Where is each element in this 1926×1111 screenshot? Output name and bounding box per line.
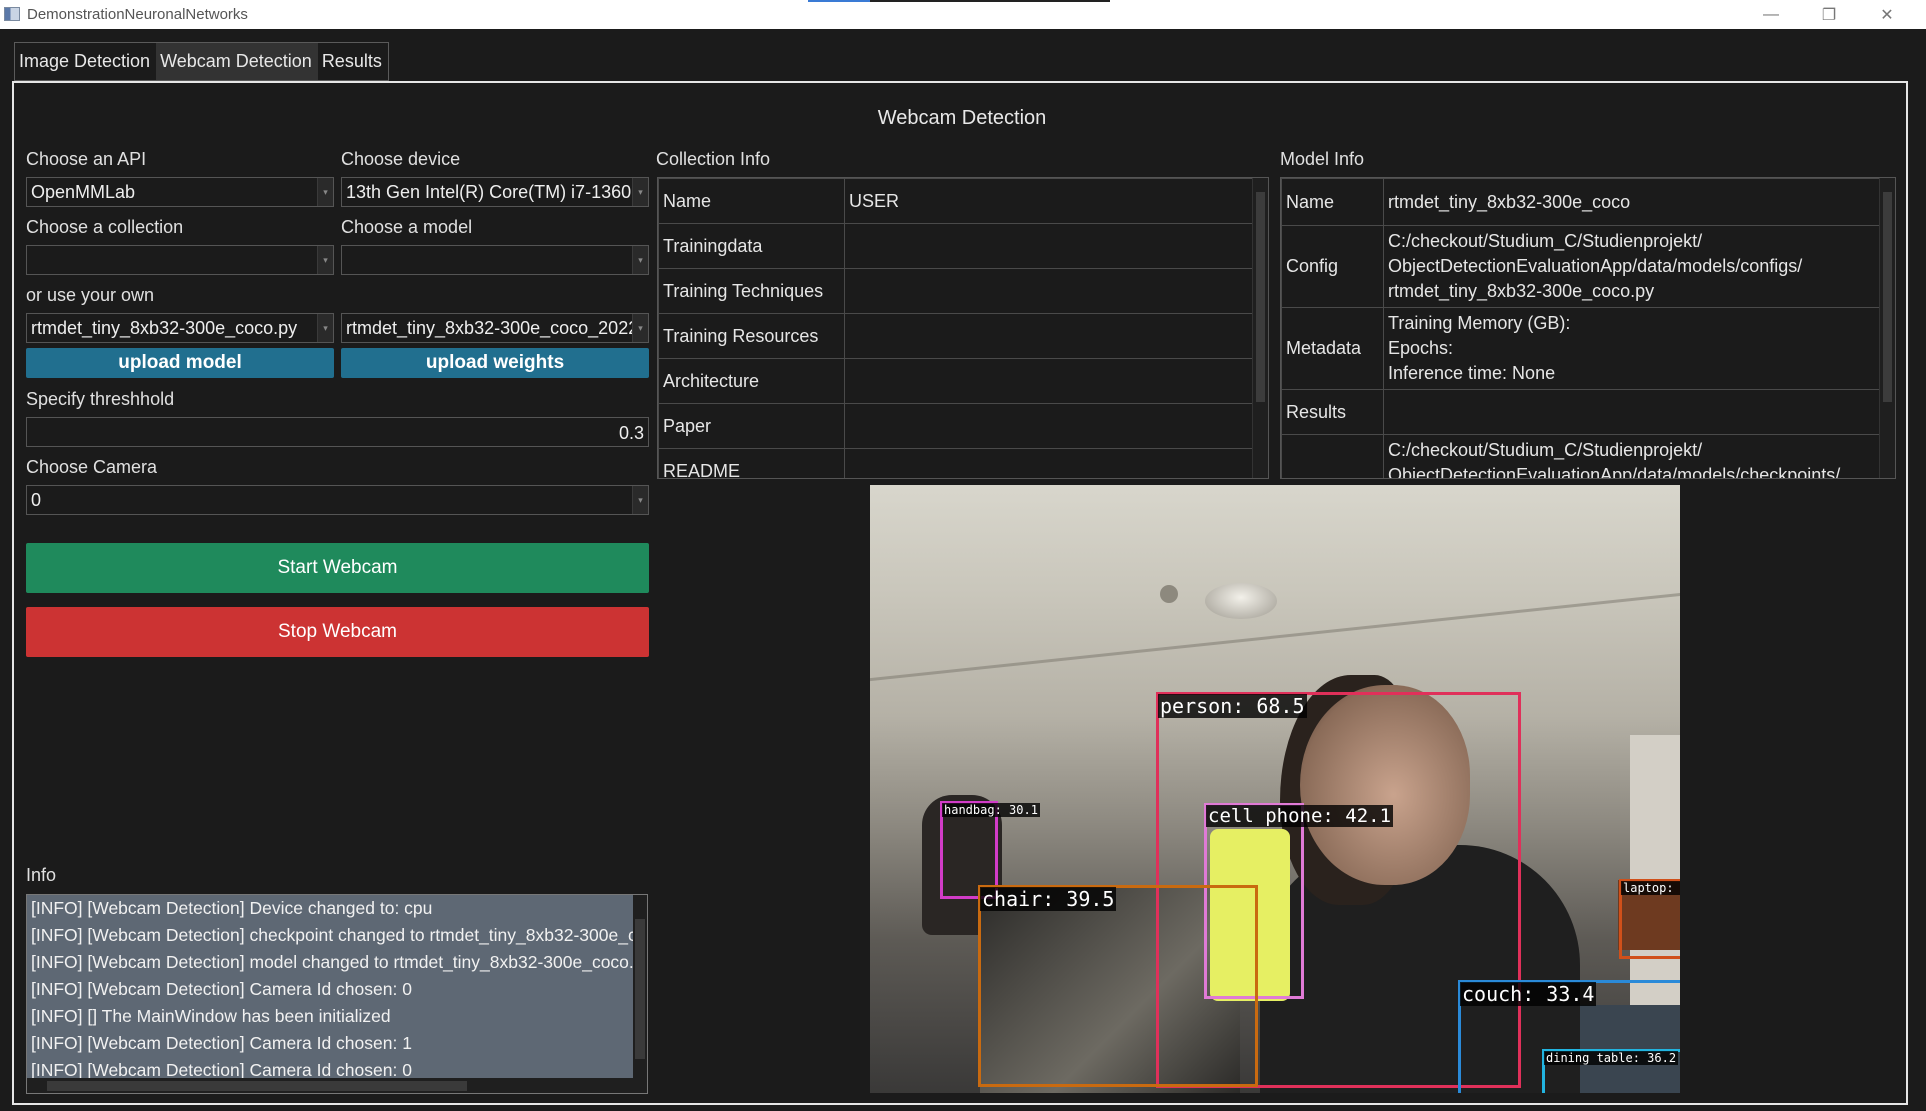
model-key: Name [1281, 178, 1384, 226]
upload-model-button[interactable]: upload model [26, 348, 334, 378]
api-label: Choose an API [26, 149, 147, 169]
collection-key: README [658, 448, 845, 478]
collection-key: Architecture [658, 358, 845, 404]
collection-key: Paper [658, 403, 845, 449]
log-line: [INFO] [Webcam Detection] Camera Id chos… [31, 1033, 412, 1053]
window-title: DemonstrationNeuronalNetworks [27, 6, 248, 23]
device-select-value: 13th Gen Intel(R) Core(TM) i7-1360P [346, 182, 644, 202]
tab-webcam-detection[interactable]: Webcam Detection [156, 43, 318, 80]
stop-webcam-button[interactable]: Stop Webcam [26, 607, 649, 657]
info-label: Info [26, 865, 57, 885]
model-value: C:/checkout/Studium_C/Studienprojekt/ Ob… [1383, 434, 1881, 478]
collection-value [844, 268, 1254, 314]
own-model-label: or use your own [26, 285, 155, 305]
webcam-detection-panel: Webcam Detection Choose an API OpenMMLab… [12, 81, 1908, 1105]
detection-label: handbag: 30.1 [942, 803, 1040, 817]
collection-key: Training Resources [658, 313, 845, 359]
camera-label: Choose Camera [26, 457, 158, 477]
detection-box-dining-table: dining table: 36.2 [1542, 1049, 1680, 1093]
camera-select[interactable]: 0 ▾ [26, 485, 649, 515]
device-select[interactable]: 13th Gen Intel(R) Core(TM) i7-1360P ▾ [341, 177, 649, 207]
collection-value [844, 358, 1254, 404]
device-label: Choose device [341, 149, 461, 169]
own-weights-field[interactable]: rtmdet_tiny_8xb32-300e_coco_20220 ▾ [341, 313, 649, 343]
app-icon [4, 7, 20, 21]
collection-select[interactable]: ▾ [26, 245, 334, 275]
log-line: [INFO] [Webcam Detection] model changed … [31, 952, 648, 972]
log-line: [INFO] [Webcam Detection] Camera Id chos… [31, 979, 412, 999]
log-line: [INFO] [Webcam Detection] Device changed… [31, 898, 433, 918]
collection-label: Choose a collection [26, 217, 184, 237]
tab-bar: Image Detection Webcam Detection Results [14, 42, 389, 81]
model-info-label: Model Info [1280, 149, 1365, 169]
collection-value [844, 403, 1254, 449]
threshold-input[interactable]: 0.3 [26, 417, 649, 447]
minimize-button[interactable]: — [1742, 0, 1800, 29]
detection-box-chair: chair: 39.5 [978, 885, 1258, 1087]
log-horizontal-scrollbar[interactable] [27, 1078, 647, 1093]
collection-value [844, 223, 1254, 269]
api-select-value: OpenMMLab [31, 182, 136, 202]
chevron-down-icon: ▾ [632, 246, 648, 274]
collection-key: Name [658, 178, 845, 224]
collection-key: Trainingdata [658, 223, 845, 269]
threshold-label: Specify threshhold [26, 389, 175, 409]
model-value: rtmdet_tiny_8xb32-300e_coco [1383, 178, 1881, 226]
detection-box-laptop: laptop: 3 [1619, 879, 1680, 959]
own-weights-value: rtmdet_tiny_8xb32-300e_coco_20220 [346, 318, 649, 338]
log-line: [INFO] [] The MainWindow has been initia… [31, 1006, 391, 1026]
model-value: Training Memory (GB): Epochs: Inference … [1383, 307, 1881, 390]
model-info-scrollbar[interactable] [1879, 178, 1895, 478]
chevron-down-icon: ▾ [317, 178, 333, 206]
collection-info-scrollbar[interactable] [1252, 178, 1268, 478]
model-key: Config [1281, 225, 1384, 308]
chevron-down-icon: ▾ [632, 178, 648, 206]
detection-label: person: 68.5 [1158, 694, 1307, 718]
titlebar-accent [808, 0, 1110, 2]
collection-value: USER [844, 178, 1254, 224]
model-select[interactable]: ▾ [341, 245, 649, 275]
maximize-button[interactable]: ❐ [1800, 0, 1858, 29]
api-select[interactable]: OpenMMLab ▾ [26, 177, 334, 207]
detection-label: dining table: 36.2 [1544, 1051, 1679, 1065]
log-line: [INFO] [Webcam Detection] checkpoint cha… [31, 925, 647, 945]
tab-image-detection[interactable]: Image Detection [15, 43, 156, 80]
collection-key: Training Techniques [658, 268, 845, 314]
chevron-down-icon: ▾ [632, 486, 648, 514]
detection-label: chair: 39.5 [980, 887, 1117, 911]
chevron-down-icon: ▾ [632, 314, 648, 342]
chevron-down-icon: ▾ [317, 314, 333, 342]
tab-results[interactable]: Results [318, 43, 388, 80]
model-key: Weights [1281, 434, 1384, 478]
model-label: Choose a model [341, 217, 473, 237]
chevron-down-icon: ▾ [317, 246, 333, 274]
collection-info-label: Collection Info [656, 149, 771, 169]
collection-value [844, 448, 1254, 478]
model-key: Results [1281, 389, 1384, 435]
model-key: Metadata [1281, 307, 1384, 390]
collection-value [844, 313, 1254, 359]
webcam-feed: person: 68.5 cell phone: 42.1 handbag: 3… [870, 485, 1680, 1093]
own-model-field[interactable]: rtmdet_tiny_8xb32-300e_coco.py ▾ [26, 313, 334, 343]
detection-label: cell phone: 42.1 [1206, 805, 1394, 827]
info-log[interactable]: [INFO] [Webcam Detection] Device changed… [26, 894, 648, 1094]
own-model-value: rtmdet_tiny_8xb32-300e_coco.py [31, 318, 298, 338]
start-webcam-button[interactable]: Start Webcam [26, 543, 649, 593]
log-vertical-scrollbar[interactable] [633, 895, 647, 1080]
detection-label: couch: 33.4 [1460, 982, 1597, 1006]
collection-info-table: Name USER Trainingdata Training Technique… [657, 177, 1269, 479]
close-button[interactable]: ✕ [1858, 0, 1916, 29]
camera-select-value: 0 [31, 490, 42, 510]
window-titlebar: DemonstrationNeuronalNetworks — ❐ ✕ [0, 0, 1926, 29]
model-info-table: Name rtmdet_tiny_8xb32-300e_coco Config C:… [1280, 177, 1896, 479]
page-title: Webcam Detection [877, 107, 1047, 129]
model-value: C:/checkout/Studium_C/Studienprojekt/ Ob… [1383, 225, 1881, 308]
detection-label: laptop: 3 [1621, 881, 1680, 895]
upload-weights-button[interactable]: upload weights [341, 348, 649, 378]
ceiling-lamp [1205, 583, 1277, 619]
ceiling-lamp [1160, 585, 1178, 603]
model-value [1383, 389, 1881, 435]
